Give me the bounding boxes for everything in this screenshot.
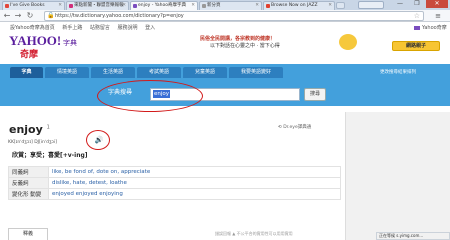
browser-tab-bar: I've Give Books ✕ 來點新聞・聯盟音樂報報 ✕ enjoy - … [0,0,450,10]
tab-situational-english[interactable]: 情境英語 [45,67,89,78]
maximize-button[interactable]: ❐ [409,0,425,8]
row-label-synonyms: 同義詞 [8,166,49,178]
yahoo-home-link[interactable]: Yahoo奇摩 [414,24,447,31]
browser-tab-2[interactable]: 來點新聞・聯盟音樂報報 ✕ [66,1,129,10]
close-icon[interactable]: ✕ [328,2,332,10]
tab-favicon-icon [69,4,73,8]
table-row: 變化形 動變 enjoyed enjoyed enjoying [8,188,341,200]
tab-dictionary[interactable]: 字典 [10,67,43,78]
row-value-synonyms[interactable]: like, be fond of, dote on, appreciate [48,166,341,178]
tab-definition[interactable]: 釋義 [8,228,48,240]
reload-icon[interactable]: ↻ [25,11,35,21]
browser-status-bar: 正在等候 s.yimg.com... [376,232,450,240]
bookmark-star-icon[interactable]: ☆ [414,12,420,20]
lock-icon: 🔒 [47,12,55,19]
row-value-inflections[interactable]: enjoyed enjoyed enjoying [48,188,341,200]
entry-word: enjoy 1 [9,123,50,136]
tab-favicon-icon [266,4,270,8]
sort-settings-link[interactable]: 更改搜尋結果排列 [380,69,416,75]
close-icon[interactable]: ✕ [58,2,62,10]
close-icon[interactable]: ✕ [255,2,259,10]
browser-menu-icon[interactable]: ≡ [432,12,444,20]
definition-text: 欣賞；享受；喜愛[+v-ing] [12,152,88,159]
entry-word-text: enjoy [9,123,43,136]
right-sidebar [345,112,450,240]
annotation-ellipse-search [97,80,203,112]
browser-tab-5[interactable]: Browse Now on JAZZ ✕ [263,1,335,10]
table-row: 反義詞 dislike, hate, detest, loathe [8,177,341,189]
yahoo-logo[interactable]: YAHOO! 奇摩 字典 [8,33,88,61]
word-relations-table: 同義詞 like, be fond of, dote on, appreciat… [8,166,341,200]
forward-icon[interactable]: → [13,11,23,21]
tab-kids-english[interactable]: 兒童英語 [183,67,227,78]
tab-favicon-icon [133,4,137,8]
close-window-button[interactable]: ✕ [426,0,448,8]
yahoo-icon [414,25,420,30]
dictionary-source-label: Dr.eye譯典通 [283,125,312,130]
top-links: 設Yahoo奇摩為首頁 新手上路 站務留言 服務說明 登入 [10,24,161,31]
browser-tab-1[interactable]: I've Give Books ✕ [2,1,65,10]
browser-toolbar: ← → ↻ 🔒 https://tw.dictionary.yahoo.com/… [0,10,450,22]
top-link[interactable]: 站務留言 [90,25,110,31]
annotation-ellipse-speaker [86,130,110,150]
tab-label: enjoy - Yahoo奇摩字典 [138,3,187,8]
address-bar[interactable]: 🔒 https://tw.dictionary.yahoo.com/dictio… [44,11,424,21]
top-link[interactable]: 登入 [145,25,155,31]
table-row: 同義詞 like, be fond of, dote on, appreciat… [8,166,341,178]
url-text: https://tw.dictionary.yahoo.com/dictiona… [55,13,184,19]
search-button[interactable]: 搜尋 [304,88,326,101]
browser-tab-4[interactable]: 新分頁 ✕ [199,1,262,10]
browser-tab-3-active[interactable]: enjoy - Yahoo奇摩字典 ✕ [130,1,198,10]
promo-subline: 以下對話在心靈之中 · 當下心得 [210,43,280,49]
pronunciation: KK[ɪnˈdʒɔɪ] DJ[inˈdʒɔi] [8,140,58,145]
row-value-antonyms[interactable]: dislike, hate, detest, loathe [48,177,341,189]
entry-superscript: 1 [46,124,50,131]
tab-label: 新分頁 [207,3,221,8]
tab-exam-english[interactable]: 考試英語 [137,67,181,78]
logo-text: YAHOO! [9,33,61,48]
tab-favicon-icon [5,4,9,8]
close-icon[interactable]: ✕ [122,2,126,10]
tab-favicon-icon [202,4,206,8]
logo-sub: 奇摩 [20,48,38,60]
back-icon[interactable]: ← [2,11,12,21]
logo-service: 字典 [63,38,77,47]
tab-daily-english[interactable]: 生活英語 [91,67,135,78]
user-profile-button[interactable] [358,1,384,9]
promo-headline[interactable]: 民俗全民開講，各宗教到的健康！ [200,35,275,42]
tab-label: I've Give Books [10,3,45,8]
error-report-link[interactable]: 錯誤回報 ▲ 不公平合的實用性可以用用實用 [215,231,293,237]
new-tab-button[interactable] [336,2,345,9]
promo-button[interactable]: 網路親子 [392,41,440,51]
row-label-antonyms: 反義詞 [8,177,49,189]
close-icon[interactable]: ✕ [191,2,195,10]
dictionary-source[interactable]: ⟲ Dr.eye譯典通 [278,124,311,130]
tab-improve-english[interactable]: 我要英語變好 [229,67,283,78]
tab-label: 來點新聞・聯盟音樂報報 [74,3,124,8]
category-nav: 字典 情境英語 生活英語 考試英語 兒童英語 我要英語變好 更改搜尋結果排列 [0,64,450,78]
top-link[interactable]: 設Yahoo奇摩為首頁 [10,25,55,31]
promo-mascot-icon [339,34,357,50]
row-label-inflections: 變化形 動變 [8,188,49,200]
yahoo-home-label: Yahoo奇摩 [422,25,447,31]
top-link[interactable]: 服務說明 [118,25,138,31]
top-link[interactable]: 新手上路 [62,25,82,31]
tab-label: Browse Now on JAZZ [271,3,318,8]
minimize-button[interactable]: — [392,0,408,8]
